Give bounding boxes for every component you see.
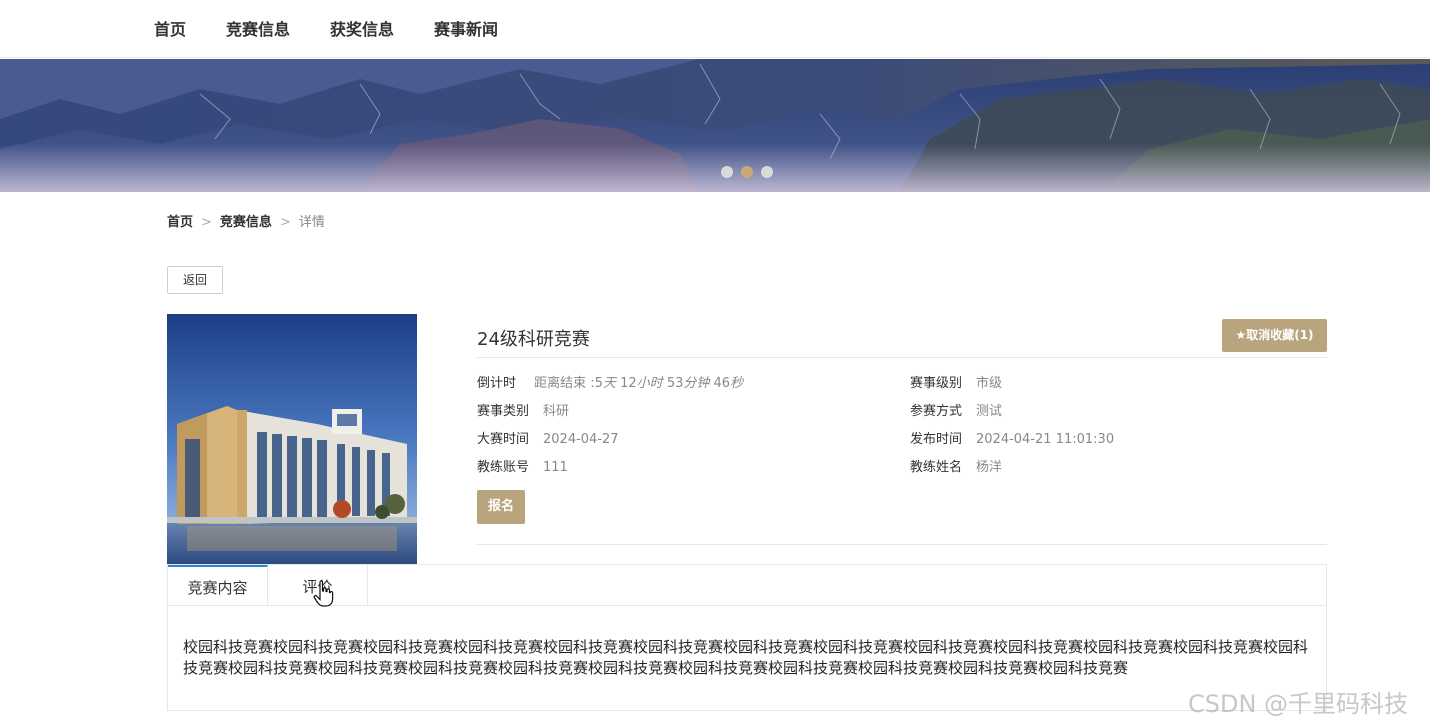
coach-name-row: 教练姓名 杨洋 — [910, 456, 1002, 475]
category-row: 赛事类别 科研 — [477, 400, 569, 419]
breadcrumb-separator: > — [201, 215, 212, 230]
level-label: 赛事级别 — [910, 376, 963, 391]
publish-value: 2024-04-21 11:01:30 — [976, 432, 1115, 447]
publish-row: 发布时间 2024-04-21 11:01:30 — [910, 428, 1114, 447]
back-button[interactable]: 返回 — [167, 266, 223, 294]
top-nav: 首页 竞赛信息 获奖信息 赛事新闻 — [0, 0, 1430, 58]
breadcrumb-home[interactable]: 首页 — [167, 211, 193, 230]
breadcrumb-competitions[interactable]: 竞赛信息 — [220, 211, 272, 230]
breadcrumb: 首页 > 竞赛信息 > 详情 — [167, 211, 325, 230]
category-value: 科研 — [543, 404, 570, 419]
coach-name-value: 杨洋 — [976, 460, 1003, 475]
category-label: 赛事类别 — [477, 404, 530, 419]
divider — [477, 544, 1327, 545]
hand-cursor-icon — [313, 580, 334, 607]
tab-content[interactable]: 竞赛内容 — [168, 565, 268, 606]
mode-value: 测试 — [976, 404, 1003, 419]
date-row: 大赛时间 2024-04-27 — [477, 428, 619, 447]
countdown-label: 倒计时 — [477, 376, 517, 391]
nav-item-home[interactable]: 首页 — [154, 16, 186, 40]
carousel-dot-2[interactable] — [741, 166, 753, 178]
coach-account-row: 教练账号 111 — [477, 456, 568, 475]
nav-item-awards[interactable]: 获奖信息 — [330, 16, 394, 40]
breadcrumb-current: 详情 — [298, 215, 325, 230]
competition-cover-image — [167, 314, 417, 564]
nav-item-news[interactable]: 赛事新闻 — [434, 16, 498, 40]
carousel-dot-3[interactable] — [761, 166, 773, 178]
signup-button[interactable]: 报名 — [477, 490, 525, 524]
carousel-dot-1[interactable] — [721, 166, 733, 178]
coach-account-label: 教练账号 — [477, 460, 530, 475]
level-row: 赛事级别 市级 — [910, 372, 1002, 391]
date-value: 2024-04-27 — [543, 432, 619, 447]
level-value: 市级 — [976, 376, 1003, 391]
coach-name-label: 教练姓名 — [910, 460, 963, 475]
nav-item-competitions[interactable]: 竞赛信息 — [226, 16, 290, 40]
mode-row: 参赛方式 测试 — [910, 400, 1002, 419]
banner-mountain-image — [0, 59, 1430, 192]
coach-account-value: 111 — [543, 460, 568, 475]
breadcrumb-separator: > — [279, 215, 291, 230]
watermark: CSDN @千里码科技 — [1188, 690, 1409, 718]
countdown-row: 倒计时 距离结束 :5天 12小时 53分钟 46秒 — [477, 372, 743, 391]
mode-label: 参赛方式 — [910, 404, 963, 419]
countdown-value: 距离结束 :5天 12小时 53分钟 46秒 — [534, 376, 744, 391]
date-label: 大赛时间 — [477, 432, 530, 447]
tab-bar: 竞赛内容 评价 — [168, 565, 1326, 606]
competition-content-text: 校园科技竞赛校园科技竞赛校园科技竞赛校园科技竞赛校园科技竞赛校园科技竞赛校园科技… — [183, 638, 1309, 677]
divider — [477, 357, 1327, 358]
competition-title: 24级科研竞赛 — [477, 329, 590, 350]
publish-label: 发布时间 — [910, 432, 963, 447]
unfavorite-button[interactable]: ★取消收藏(1) — [1222, 319, 1327, 352]
detail-tabs: 竞赛内容 评价 校园科技竞赛校园科技竞赛校园科技竞赛校园科技竞赛校园科技竞赛校园… — [167, 564, 1327, 711]
banner-carousel[interactable] — [0, 59, 1430, 192]
